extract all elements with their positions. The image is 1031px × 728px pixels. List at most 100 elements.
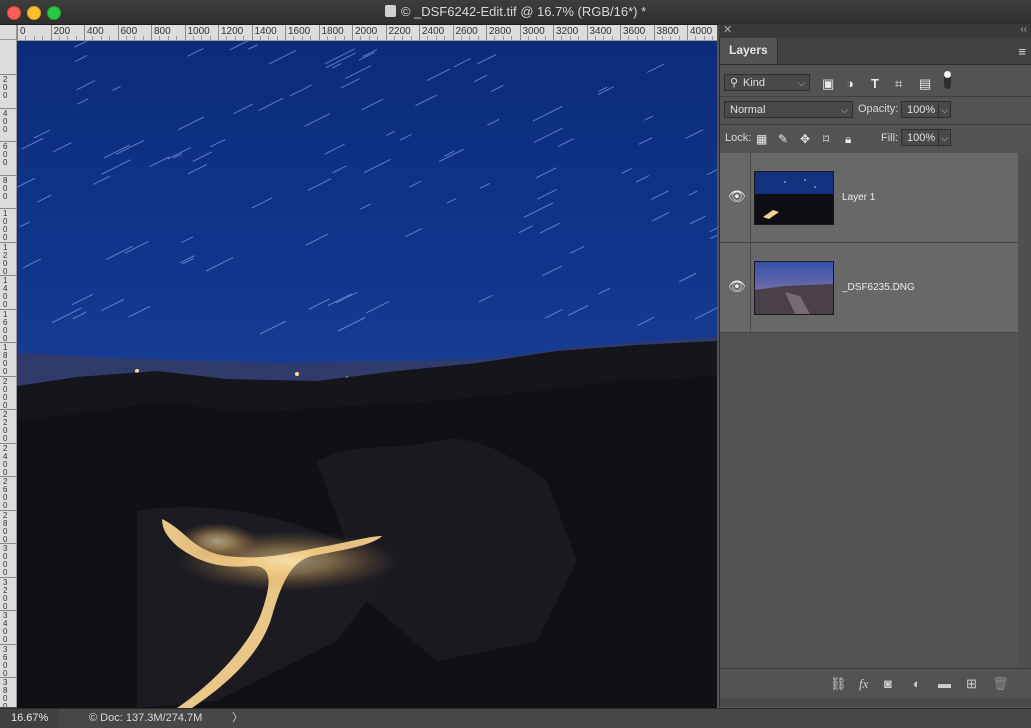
ruler-tick-label: 1800 — [321, 26, 344, 37]
smart-object-filter-icon[interactable]: ▤ — [919, 76, 931, 92]
lock-transparent-pixels-icon[interactable]: ▦ — [756, 132, 767, 146]
divider — [720, 96, 1031, 97]
ruler-minor-tick — [460, 36, 462, 40]
ruler-minor-tick — [561, 36, 563, 40]
ruler-minor-tick — [410, 36, 412, 40]
zoom-level[interactable]: 16.67% — [0, 709, 58, 728]
ruler-minor-tick — [100, 36, 102, 40]
ruler-major-tick — [0, 208, 16, 209]
ruler-minor-tick — [25, 36, 27, 40]
ruler-major-tick — [452, 25, 454, 40]
ruler-minor-tick — [33, 36, 35, 40]
adjustment-filter-icon[interactable]: ◑ — [846, 76, 854, 91]
ruler-major-tick — [0, 141, 16, 142]
document-canvas[interactable] — [17, 41, 717, 708]
ruler-major-tick — [0, 375, 16, 377]
ruler-minor-tick — [494, 36, 496, 40]
ruler-major-tick — [0, 308, 16, 310]
vertical-ruler[interactable]: 200 400 600 800 1000120014001600180020002200… — [0, 40, 17, 707]
layers-scrollbar[interactable] — [1018, 153, 1031, 668]
link-layers-icon[interactable]: ⛓︎ — [830, 676, 847, 692]
fx-icon[interactable]: fx — [859, 676, 868, 692]
fill-field[interactable]: 100% ⌵ — [901, 129, 951, 147]
ruler-minor-tick — [402, 36, 404, 40]
ruler-minor-tick — [259, 36, 261, 40]
panel-resize-grip[interactable] — [720, 698, 1031, 707]
ruler-tick-label: 2200 — [3, 410, 8, 443]
ruler-tick-label: 3400 — [3, 611, 8, 644]
ruler-minor-tick — [703, 36, 705, 40]
ruler-minor-tick — [301, 36, 303, 40]
panel-menu-icon[interactable]: ≡ — [1018, 44, 1026, 59]
ruler-minor-tick — [427, 36, 429, 40]
blend-mode-select[interactable]: Normal ⌵ — [724, 101, 853, 118]
ruler-tick-label: 3400 — [589, 26, 612, 37]
ruler-tick-label: 1200 — [3, 242, 8, 276]
horizontal-ruler[interactable]: 0 200 400 600 800 1000 1200 1400 1600 1800 2000 220… — [17, 25, 717, 41]
chevron-right-icon[interactable]: 〉 — [232, 709, 243, 728]
lock-artboard-icon[interactable]: ⌑ — [823, 132, 829, 146]
ruler-minor-tick — [377, 36, 379, 40]
ruler-corner[interactable] — [0, 25, 17, 40]
tab-layers[interactable]: Layers — [720, 38, 778, 64]
ruler-minor-tick — [276, 36, 278, 40]
ruler-tick-label: 1000 — [3, 209, 8, 242]
ruler-minor-tick — [594, 36, 596, 40]
ruler-minor-tick — [335, 36, 337, 40]
chevron-down-icon: ⌵ — [798, 78, 805, 88]
ruler-tick-label: 400 — [3, 108, 8, 134]
ruler-major-tick — [0, 409, 16, 410]
adjustment-layer-icon[interactable]: ◐ — [913, 676, 921, 691]
new-layer-icon[interactable]: ⊞ — [966, 676, 977, 692]
ruler-tick-label: 3200 — [3, 577, 8, 611]
filter-toggle[interactable] — [944, 71, 951, 89]
layer-name[interactable]: Layer 1 — [842, 192, 875, 203]
close-panel-icon[interactable]: ✕ — [723, 23, 732, 36]
ruler-minor-tick — [444, 36, 446, 40]
ruler-minor-tick — [268, 36, 270, 40]
ruler-tick-label: 3800 — [656, 26, 679, 37]
opacity-field[interactable]: 100% ⌵ — [901, 101, 951, 119]
ruler-major-tick — [218, 25, 219, 40]
ruler-tick-label: 1000 — [187, 26, 210, 37]
ruler-major-tick — [0, 107, 16, 109]
lock-image-pixels-icon[interactable]: ✎ — [778, 132, 788, 146]
trash-icon[interactable]: 🗑︎ — [992, 676, 1009, 692]
doc-info: © Doc: 137.3M/274.7M — [89, 709, 202, 728]
add-mask-icon[interactable]: ◙ — [884, 676, 892, 691]
ruler-major-tick — [0, 543, 16, 544]
ruler-minor-tick — [67, 36, 69, 40]
ruler-tick-label: 2000 — [355, 26, 378, 37]
filter-kind-select[interactable]: ⚲ Kind ⌵ — [724, 74, 810, 91]
eye-icon[interactable]: 👁︎ — [728, 279, 746, 293]
type-filter-icon[interactable]: T — [871, 76, 879, 91]
ruler-minor-tick — [167, 36, 169, 40]
ruler-minor-tick — [368, 36, 370, 40]
collapse-panel-icon[interactable]: ‹‹ — [1020, 24, 1027, 35]
chevron-down-icon[interactable]: ⌵ — [938, 130, 948, 147]
ruler-minor-tick — [142, 36, 144, 40]
layer-row[interactable]: 👁︎ Layer 1 — [720, 153, 1018, 243]
ruler-major-tick — [0, 476, 16, 477]
chevron-down-icon[interactable]: ⌵ — [938, 102, 948, 119]
ruler-minor-tick — [192, 36, 194, 40]
ruler-tick-label: 2000 — [3, 376, 8, 410]
eye-icon[interactable]: 👁︎ — [728, 189, 746, 203]
panel-header-strip: ✕ ‹‹ — [719, 24, 1031, 38]
ruler-major-tick — [620, 25, 621, 40]
ruler-minor-tick — [42, 36, 44, 40]
lock-position-icon[interactable]: ✥ — [800, 132, 810, 146]
lock-label: Lock: — [725, 132, 752, 144]
layer-name[interactable]: _DSF6235.DNG — [842, 282, 915, 293]
ruler-tick-label: 2600 — [3, 477, 8, 510]
layer-row[interactable]: 👁︎ _DSF6235.DNG — [720, 243, 1018, 333]
shape-filter-icon[interactable]: ⌗ — [895, 76, 902, 92]
folder-icon[interactable]: ▬ — [938, 676, 951, 691]
lock-all-icon[interactable]: 🔒︎ — [845, 132, 851, 147]
image-filter-icon[interactable]: ▣ — [822, 76, 834, 92]
ruler-tick-label: 2400 — [422, 26, 445, 37]
ruler-minor-tick — [58, 36, 60, 40]
ruler-minor-tick — [502, 36, 504, 40]
ruler-minor-tick — [209, 36, 211, 40]
ruler-major-tick — [318, 25, 320, 40]
